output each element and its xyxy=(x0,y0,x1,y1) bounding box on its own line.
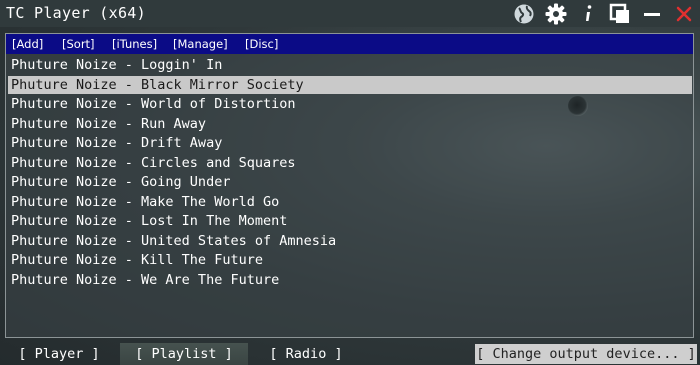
player-window: TC Player (x64) [Add] [Sort] [iTunes] [M… xyxy=(0,0,700,365)
menu-add[interactable]: [Add] xyxy=(12,37,43,51)
close-icon[interactable] xyxy=(672,2,696,26)
tab-playlist[interactable]: [ Playlist ] xyxy=(120,343,248,365)
info-icon[interactable] xyxy=(576,2,600,26)
track-item[interactable]: Phuture Noize - World of Distortion xyxy=(8,95,692,113)
track-item[interactable]: Phuture Noize - Loggin' In xyxy=(8,56,692,74)
gear-icon[interactable] xyxy=(544,2,568,26)
track-item[interactable]: Phuture Noize - Kill The Future xyxy=(8,251,692,269)
track-item[interactable]: Phuture Noize - Drift Away xyxy=(8,134,692,152)
change-output-device-button[interactable]: [ Change output device... ] xyxy=(475,344,697,364)
loading-spinner-icon xyxy=(568,96,588,116)
track-item-selected[interactable]: Phuture Noize - Black Mirror Society xyxy=(8,75,692,94)
restore-icon[interactable] xyxy=(608,2,632,26)
track-item[interactable]: Phuture Noize - Going Under xyxy=(8,173,692,191)
minimize-icon[interactable] xyxy=(640,2,664,26)
menu-sort[interactable]: [Sort] xyxy=(62,37,95,51)
tab-player[interactable]: [ Player ] xyxy=(0,343,118,365)
track-item[interactable]: Phuture Noize - Lost In The Moment xyxy=(8,212,692,230)
track-list[interactable]: Phuture Noize - Loggin' In Phuture Noize… xyxy=(6,54,693,336)
tab-radio[interactable]: [ Radio ] xyxy=(256,343,356,365)
track-item[interactable]: Phuture Noize - Run Away xyxy=(8,115,692,133)
track-item[interactable]: Phuture Noize - United States of Amnesia xyxy=(8,232,692,250)
track-item[interactable]: Phuture Noize - Make The World Go xyxy=(8,193,692,211)
menu-itunes[interactable]: [iTunes] xyxy=(112,37,157,51)
playlist-panel: [Add] [Sort] [iTunes] [Manage] [Disc] Ph… xyxy=(5,33,694,338)
window-title: TC Player (x64) xyxy=(6,4,146,22)
track-item[interactable]: Phuture Noize - We Are The Future xyxy=(8,271,692,289)
menu-manage[interactable]: [Manage] xyxy=(173,37,228,51)
menu-disc[interactable]: [Disc] xyxy=(245,37,278,51)
playlist-menubar: [Add] [Sort] [iTunes] [Manage] [Disc] xyxy=(6,34,693,54)
track-item[interactable]: Phuture Noize - Circles and Squares xyxy=(8,154,692,172)
globe-icon[interactable] xyxy=(512,2,536,26)
title-bar[interactable]: TC Player (x64) xyxy=(0,0,700,27)
